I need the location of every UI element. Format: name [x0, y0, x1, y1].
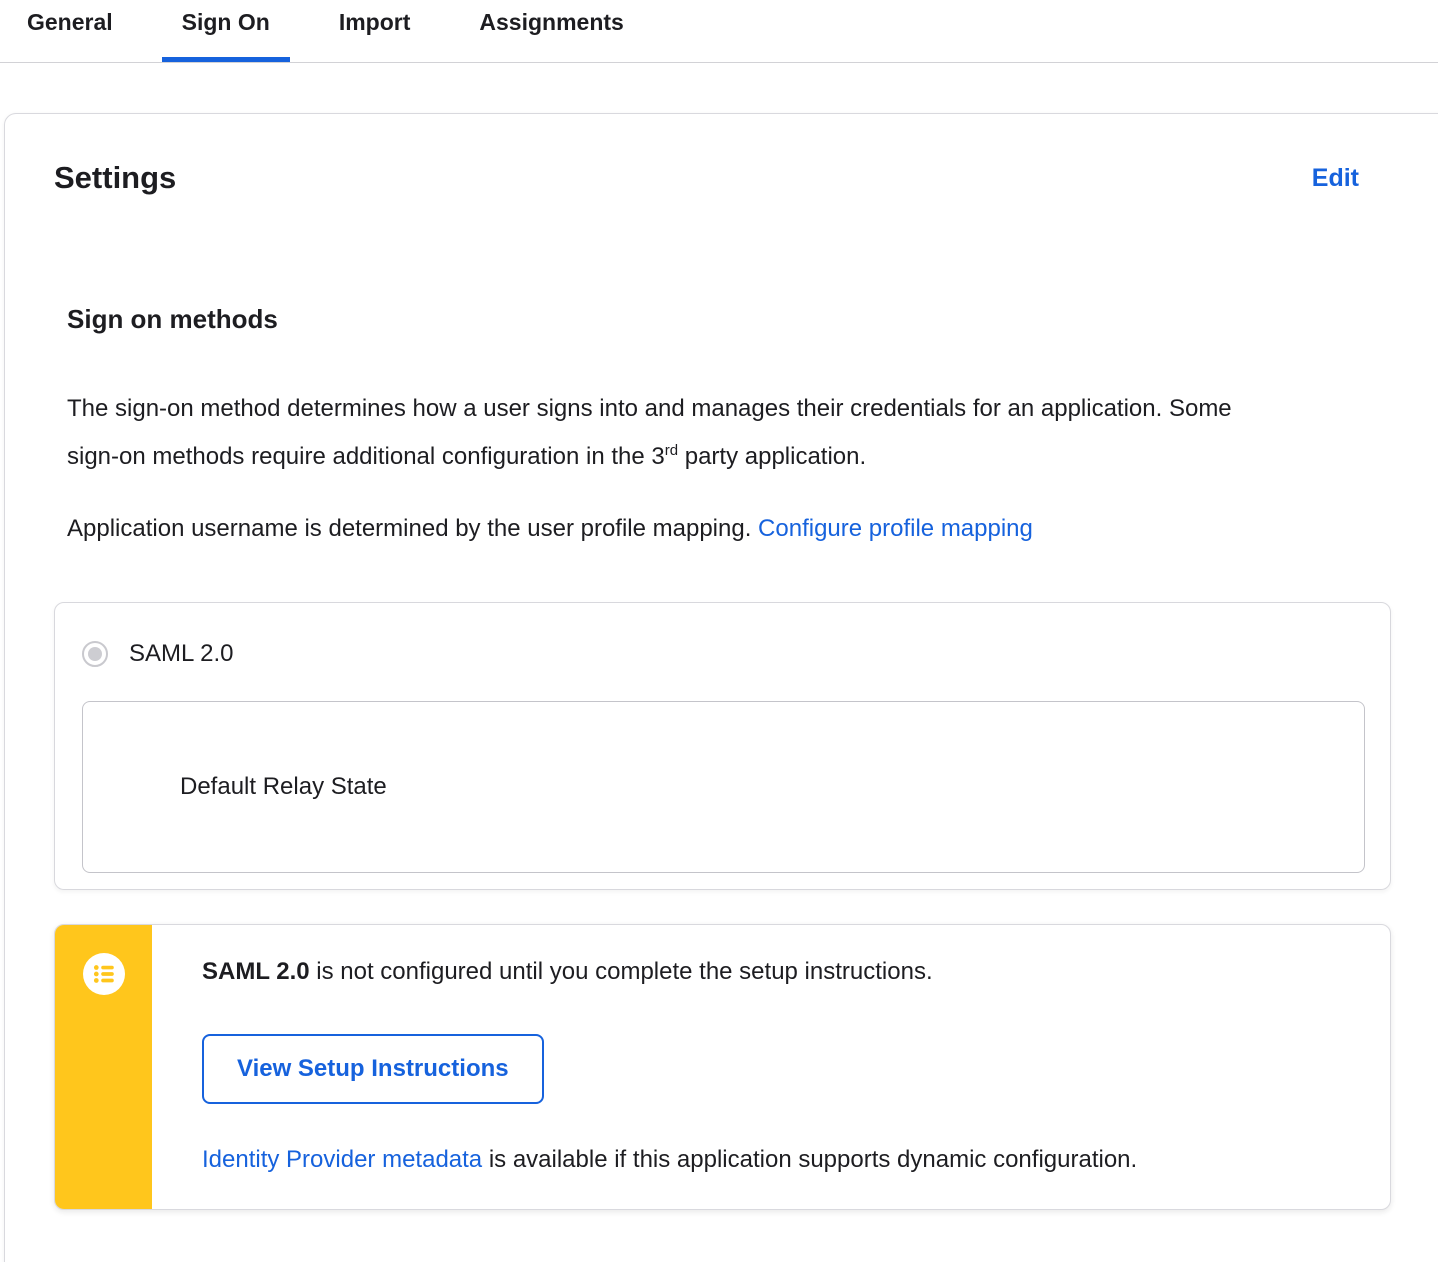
- callout-message-rest: is not configured until you complete the…: [309, 958, 933, 985]
- page-title: Settings: [54, 160, 177, 195]
- ordinal-superscript: rd: [664, 442, 679, 459]
- description-text: The sign-on method determines how a user…: [67, 395, 1232, 470]
- radio-dot-icon: [88, 647, 102, 661]
- saml-radio[interactable]: [82, 641, 108, 667]
- saml-radio-label: SAML 2.0: [129, 640, 234, 667]
- tab-sign-on[interactable]: Sign On: [161, 0, 290, 62]
- username-mapping-text: Application username is determined by th…: [67, 515, 759, 542]
- callout-footer: Identity Provider metadata is available …: [202, 1145, 1350, 1175]
- callout-body: SAML 2.0 is not configured until you com…: [152, 925, 1390, 1209]
- tab-general[interactable]: General: [7, 0, 133, 62]
- edit-link[interactable]: Edit: [1312, 164, 1359, 193]
- saml-radio-row: SAML 2.0: [82, 639, 1365, 669]
- sign-on-methods-heading: Sign on methods: [67, 304, 278, 334]
- callout-message: SAML 2.0 is not configured until you com…: [202, 957, 1350, 987]
- saml-method-box: SAML 2.0 Default Relay State: [54, 602, 1391, 890]
- username-mapping-note: Application username is determined by th…: [67, 512, 1359, 546]
- sign-on-methods-description: The sign-on method determines how a user…: [67, 385, 1257, 481]
- configure-profile-mapping-link[interactable]: Configure profile mapping: [758, 515, 1033, 542]
- settings-panel: Settings Edit Sign on methods The sign-o…: [4, 113, 1438, 1262]
- tab-import[interactable]: Import: [319, 0, 431, 62]
- callout-message-bold: SAML 2.0: [202, 958, 310, 985]
- callout-footer-rest: is available if this application support…: [482, 1146, 1138, 1173]
- callout-accent-bar: [55, 925, 152, 1209]
- view-setup-instructions-button[interactable]: View Setup Instructions: [202, 1034, 544, 1104]
- settings-header: Settings Edit: [54, 114, 1359, 196]
- tab-assignments[interactable]: Assignments: [459, 0, 643, 62]
- saml-setup-callout: SAML 2.0 is not configured until you com…: [54, 924, 1391, 1210]
- identity-provider-metadata-link[interactable]: Identity Provider metadata: [202, 1146, 482, 1173]
- list-icon: [82, 953, 125, 995]
- default-relay-state-field: Default Relay State: [82, 701, 1365, 873]
- description-text-end: party application.: [678, 443, 867, 470]
- app-tab-bar: General Sign On Import Assignments: [0, 0, 1438, 63]
- default-relay-state-label: Default Relay State: [180, 773, 387, 800]
